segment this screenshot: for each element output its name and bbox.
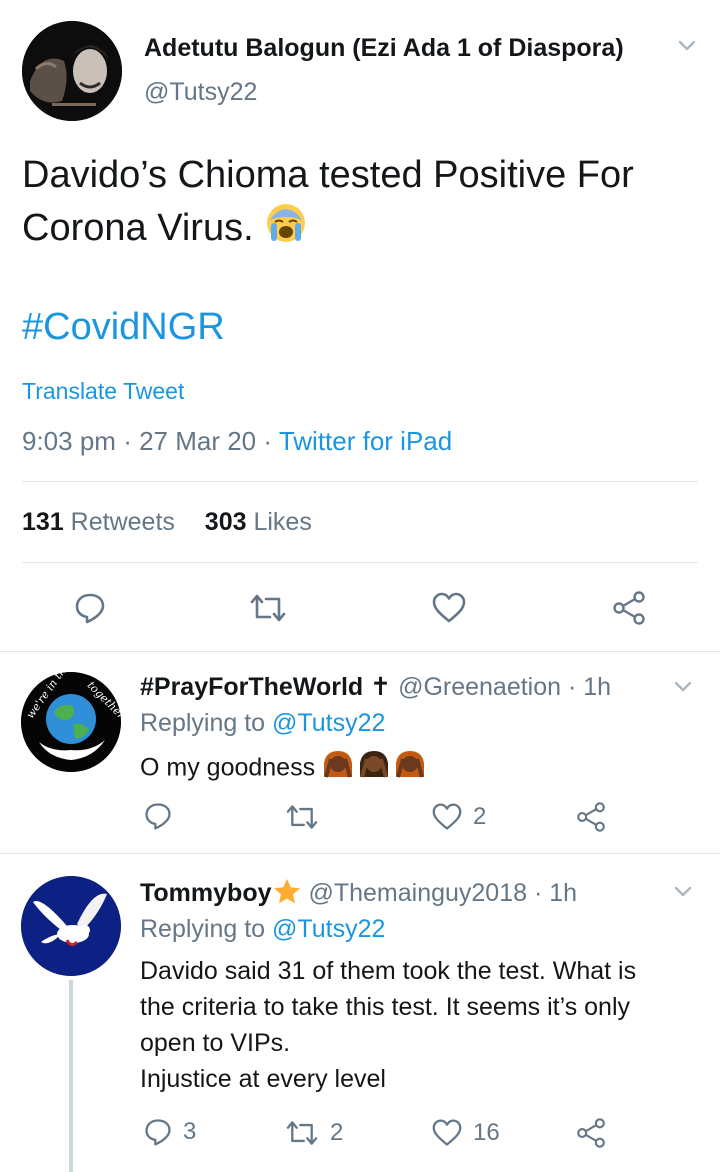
reply-button[interactable]: 3 — [143, 1117, 196, 1147]
divider — [22, 481, 698, 482]
reply-button[interactable] — [143, 801, 183, 831]
retweet-button[interactable] — [284, 802, 330, 832]
reply-text-line: Injustice at every level — [140, 1065, 386, 1093]
reply-icon — [75, 593, 105, 624]
reply-text: O my goodness — [140, 753, 316, 782]
like-button[interactable]: 2 — [431, 802, 486, 832]
reply-text-line: the criteria to take this test. It seems… — [140, 993, 631, 1021]
reply-text-line: open to VIPs. — [140, 1029, 291, 1057]
reply-age: 1h — [549, 879, 578, 908]
chevron-down-icon[interactable] — [674, 36, 700, 56]
tweet-stats: 131 Retweets 303 Likes — [22, 508, 312, 537]
reply-author-name[interactable]: #PrayForTheWorld — [140, 673, 363, 701]
tweet-date: 27 Mar 20 — [139, 426, 257, 456]
tweet-time: 9:03 pm — [22, 426, 116, 456]
share-icon — [577, 802, 605, 832]
retweets-stat[interactable]: 131 Retweets — [22, 508, 175, 536]
divider — [22, 562, 698, 563]
author-name[interactable]: Adetutu Balogun (Ezi Ada 1 of Diaspora) — [144, 34, 624, 63]
author-handle[interactable]: @Tutsy22 — [144, 78, 257, 107]
translate-tweet-link[interactable]: Translate Tweet — [22, 378, 184, 405]
likes-label: Likes — [253, 508, 312, 536]
star-emoji-icon — [272, 877, 302, 912]
likes-stat[interactable]: 303 Likes — [205, 508, 312, 536]
retweets-count: 131 — [22, 508, 64, 536]
reply-icon — [145, 1119, 171, 1146]
share-icon — [577, 1118, 605, 1148]
reply-avatar[interactable] — [21, 876, 121, 976]
gesturing-no-emoji-icon — [322, 747, 426, 791]
retweet-icon — [286, 805, 318, 829]
meta-separator: · — [263, 426, 279, 456]
share-button[interactable] — [575, 1118, 607, 1148]
main-tweet: Adetutu Balogun (Ezi Ada 1 of Diaspora) … — [0, 0, 720, 648]
retweet-button[interactable]: 2 — [284, 1118, 343, 1148]
heart-icon — [432, 1119, 462, 1146]
reply-icon — [145, 803, 171, 830]
reply-count: 3 — [183, 1118, 197, 1145]
retweets-label: Retweets — [70, 508, 175, 536]
chevron-down-icon[interactable] — [670, 677, 696, 697]
retweet-icon — [286, 1121, 318, 1145]
hashtag-link[interactable]: #CovidNGR — [22, 306, 225, 349]
reply-age: 1h — [583, 673, 612, 701]
meta-separator: · — [533, 879, 543, 908]
retweet-icon — [250, 594, 286, 622]
like-button[interactable] — [431, 591, 467, 625]
tweet-meta: 9:03 pm · 27 Mar 20 · Twitter for iPad — [22, 426, 452, 457]
divider — [0, 853, 720, 854]
retweet-count: 2 — [330, 1119, 344, 1146]
replying-to-link[interactable]: @Tutsy22 — [272, 915, 385, 943]
chevron-down-icon[interactable] — [670, 882, 696, 902]
tweet-text-line: Davido’s Chioma tested Positive For — [22, 154, 634, 196]
share-button[interactable] — [575, 802, 607, 832]
reply-text-line: Davido said 31 of them took the test. Wh… — [140, 957, 637, 985]
reply-name-suffix: ✝ — [370, 673, 392, 701]
likes-count: 303 — [204, 508, 247, 536]
reply-handle[interactable]: @Themainguy2018 — [308, 879, 527, 907]
like-count: 2 — [473, 803, 487, 830]
reply-avatar[interactable]: we're in this together — [21, 672, 121, 772]
tweet-text: Davido’s Chioma tested Positive For Coro… — [22, 150, 702, 259]
reply-button[interactable] — [73, 591, 107, 625]
meta-separator: · — [123, 426, 140, 456]
tweet-source-link[interactable]: Twitter for iPad — [279, 426, 452, 456]
divider — [0, 651, 720, 652]
reply-text: Davido said 31 of them took the test. Wh… — [140, 953, 700, 1097]
share-icon — [613, 591, 645, 625]
like-button[interactable]: 16 — [431, 1118, 500, 1148]
author-avatar[interactable] — [22, 21, 122, 121]
tweet-text-line: Corona Virus. — [22, 207, 254, 250]
reply-handle[interactable]: @Greenaetion — [398, 673, 561, 701]
share-button[interactable] — [611, 591, 647, 625]
meta-separator: · — [568, 673, 577, 701]
retweet-button[interactable] — [248, 591, 288, 625]
like-count: 16 — [473, 1119, 500, 1146]
replying-label: Replying to — [140, 709, 266, 737]
thread-line — [69, 980, 73, 1172]
heart-icon — [432, 592, 466, 623]
replying-to-link[interactable]: @Tutsy22 — [272, 709, 385, 737]
reply-author-name[interactable]: Tommyboy — [140, 879, 272, 907]
replying-label: Replying to — [140, 915, 266, 943]
crying-face-emoji-icon — [264, 201, 308, 259]
heart-icon — [432, 803, 462, 830]
